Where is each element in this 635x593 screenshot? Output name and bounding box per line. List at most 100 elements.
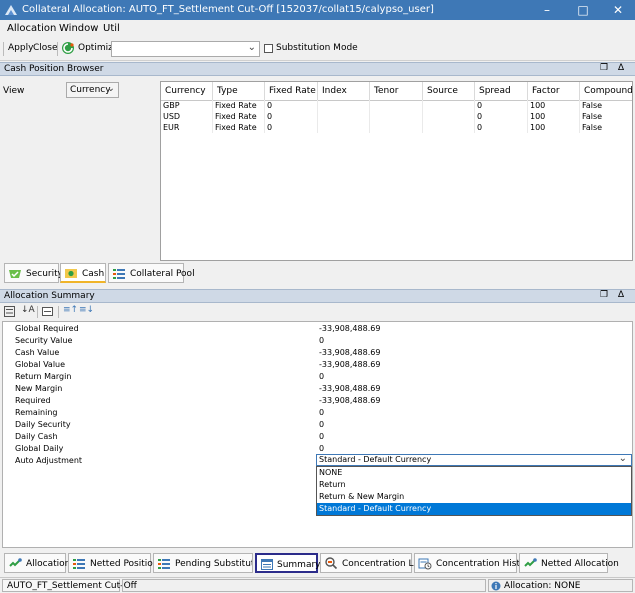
tab-security[interactable]: Security	[4, 263, 63, 283]
cell-fixed-rate: 0	[265, 122, 318, 133]
tab-allocation[interactable]: Allocation	[4, 553, 70, 573]
toolbar-separator	[58, 306, 59, 318]
cell-compound: False	[582, 123, 603, 132]
close-window-button[interactable]: ✕	[601, 0, 635, 20]
maximize-button[interactable]: □	[566, 0, 600, 20]
summary-row[interactable]: Return Margin 0	[3, 371, 632, 383]
tab-summary[interactable]: Summary	[255, 553, 321, 573]
summary-row[interactable]: Required -33,908,488.69	[3, 395, 632, 407]
col-index[interactable]: Index	[318, 82, 370, 100]
cell-compound: False	[582, 101, 603, 110]
option-return-new-margin[interactable]: Return & New Margin	[317, 491, 631, 503]
tab-netted-positions[interactable]: Netted Positions	[68, 553, 163, 573]
restore-pane-icon[interactable]: ❐	[600, 290, 608, 300]
status-context: AUTO_FT_Settlement Cut-Off	[2, 579, 137, 592]
summary-label: Daily Security	[15, 420, 71, 429]
summary-label: Security Value	[15, 336, 73, 345]
col-type[interactable]: Type	[213, 82, 265, 100]
col-currency[interactable]: Currency	[161, 82, 213, 100]
cell-index	[318, 111, 370, 122]
table-row[interactable]: GBP Fixed Rate 0 0 100 False	[161, 100, 632, 111]
col-fixed-rate[interactable]: Fixed Rate	[265, 82, 318, 100]
sort-alpha-icon[interactable]: ↓A	[21, 305, 35, 315]
restore-pane-icon[interactable]: ❐	[600, 63, 608, 73]
summary-label: Auto Adjustment	[15, 456, 83, 465]
view-label: View	[3, 86, 25, 96]
tab-collateral-pool-label: Collateral Pool	[130, 269, 195, 279]
summary-row[interactable]: Cash Value -33,908,488.69	[3, 347, 632, 359]
menu-allocation[interactable]: Allocation	[7, 23, 56, 34]
summary-row[interactable]: Security Value 0	[3, 335, 632, 347]
menu-window[interactable]: Window	[59, 23, 98, 34]
tab-pending-substitutions-label: Pending Substitutions	[175, 559, 252, 569]
summary-row[interactable]: Daily Cash 0	[3, 431, 632, 443]
toolbar: Apply Close Optimize ⌄ Substitution Mode	[0, 38, 635, 61]
summary-value: 0	[319, 336, 325, 345]
col-spread[interactable]: Spread	[475, 82, 528, 100]
concentration-limits-icon	[325, 557, 338, 570]
tab-concentration-history[interactable]: Concentration History	[414, 553, 535, 573]
tab-pending-substitutions[interactable]: Pending Substitutions	[153, 553, 253, 573]
summary-row[interactable]: Global Required -33,908,488.69	[3, 323, 632, 335]
substitution-mode-checkbox[interactable]	[264, 44, 273, 53]
window-title: Collateral Allocation: AUTO_FT_Settlemen…	[22, 4, 434, 15]
summary-label: Required	[15, 396, 51, 405]
table-header: Currency Type Fixed Rate Index Tenor Sou…	[161, 82, 632, 101]
summary-toolbar: ↓A ≡↑ ≡↓	[0, 304, 635, 320]
tab-collateral-pool[interactable]: Collateral Pool	[108, 263, 195, 283]
summary-label: Daily Cash	[15, 432, 58, 441]
optimize-combo[interactable]: ⌄	[111, 41, 260, 57]
allocation-summary-header: Allocation Summary ❐ ∆	[0, 289, 635, 303]
app-icon	[5, 5, 17, 15]
menu-util[interactable]: Util	[103, 23, 120, 34]
cell-spread: 0	[475, 100, 528, 111]
cell-tenor	[370, 111, 423, 122]
collateral-pool-icon	[113, 269, 125, 279]
expand-all-icon[interactable]: ≡↑	[63, 305, 78, 315]
cell-factor: 100	[528, 100, 580, 111]
summary-row[interactable]: New Margin -33,908,488.69	[3, 383, 632, 395]
tab-concentration-limits[interactable]: Concentration Limits	[320, 553, 436, 573]
cell-currency: USD	[161, 111, 213, 122]
apply-button[interactable]: Apply	[8, 43, 33, 53]
toolbar-separator	[37, 306, 38, 318]
tab-cash[interactable]: Cash	[60, 263, 106, 283]
toolbar-separator	[57, 42, 58, 56]
col-source[interactable]: Source	[423, 82, 475, 100]
option-return[interactable]: Return	[317, 479, 631, 491]
summary-row[interactable]: Global Value -33,908,488.69	[3, 359, 632, 371]
status-bar: AUTO_FT_Settlement Cut-Off Allocation: N…	[0, 577, 635, 593]
cash-position-title: Cash Position Browser	[4, 64, 104, 74]
tab-allocation-label: Allocation	[26, 559, 71, 569]
col-tenor[interactable]: Tenor	[370, 82, 423, 100]
title-bar: Collateral Allocation: AUTO_FT_Settlemen…	[0, 0, 635, 20]
col-factor[interactable]: Factor	[528, 82, 580, 100]
table-row[interactable]: USD Fixed Rate 0 0 100 False	[161, 111, 632, 122]
table-row[interactable]: EUR Fixed Rate 0 0 100 False	[161, 122, 632, 133]
option-standard-default-currency[interactable]: Standard - Default Currency	[317, 503, 631, 515]
summary-value: 0	[319, 372, 325, 381]
show-properties-icon[interactable]	[42, 307, 53, 316]
summary-row[interactable]: Remaining 0	[3, 407, 632, 419]
summary-row[interactable]: Daily Security 0	[3, 419, 632, 431]
collapse-all-icon[interactable]: ≡↓	[79, 305, 94, 315]
categorized-icon[interactable]	[4, 306, 15, 317]
summary-label: Remaining	[15, 408, 58, 417]
minimize-button[interactable]: –	[530, 0, 564, 20]
cash-panel-tabs: Security Cash Collateral Pool	[0, 261, 635, 285]
col-compound[interactable]: Compound	[580, 82, 632, 100]
summary-label: Global Required	[15, 324, 79, 333]
cell-factor: 100	[528, 122, 580, 133]
summary-label: New Margin	[15, 384, 63, 393]
tab-netted-allocation[interactable]: Netted Allocation	[519, 553, 619, 573]
auto-adjustment-select[interactable]: Standard - Default Currency ⌄	[316, 453, 632, 466]
pin-pane-icon[interactable]: ∆	[618, 63, 624, 73]
pin-pane-icon[interactable]: ∆	[618, 290, 624, 300]
optimize-icon[interactable]	[61, 41, 75, 55]
view-select[interactable]: Currency ⌄	[66, 82, 119, 98]
cell-source	[423, 122, 475, 133]
cell-currency: GBP	[161, 100, 213, 111]
close-button[interactable]: Close	[33, 43, 58, 53]
cell-compound: False	[582, 112, 603, 121]
option-none[interactable]: NONE	[317, 467, 631, 479]
